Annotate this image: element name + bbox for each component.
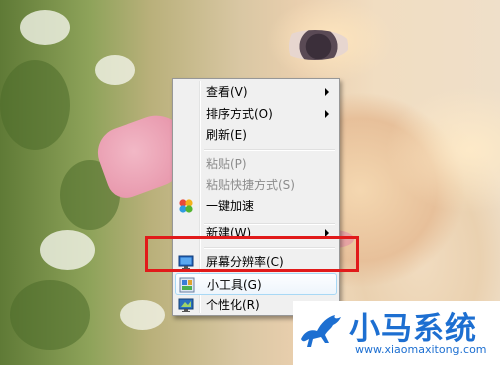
red-highlight-box	[145, 236, 359, 272]
menu-item-refresh[interactable]: 刷新(E)	[175, 124, 337, 146]
menu-item-paste[interactable]: 粘贴(P)	[175, 153, 337, 175]
menu-item-paste-shortcut[interactable]: 粘贴快捷方式(S)	[175, 174, 337, 196]
watermark-url: www.xiaomaxitong.com	[355, 343, 487, 356]
menu-item-label: 查看(V)	[206, 85, 248, 99]
menu-item-label: 小工具(G)	[207, 278, 262, 292]
menu-item-label: 粘贴(P)	[206, 157, 247, 171]
gadgets-icon	[179, 277, 195, 293]
submenu-arrow-icon	[325, 88, 329, 96]
wallpaper-eye	[280, 30, 350, 60]
watermark-title: 小马系统	[349, 311, 477, 347]
desktop-context-menu: 查看(V) 排序方式(O) 刷新(E) 粘贴(P) 粘贴快捷方式(S) 一键加速…	[172, 78, 340, 316]
personalize-icon	[178, 298, 194, 312]
horse-logo-icon	[301, 315, 341, 347]
menu-separator	[204, 149, 335, 151]
menu-item-label: 个性化(R)	[206, 298, 260, 312]
menu-item-gadgets[interactable]: 小工具(G)	[175, 273, 337, 295]
menu-item-sort-by[interactable]: 排序方式(O)	[175, 103, 337, 125]
menu-item-label: 粘贴快捷方式(S)	[206, 178, 295, 192]
menu-item-label: 刷新(E)	[206, 128, 247, 142]
menu-item-one-click-speedup[interactable]: 一键加速	[175, 195, 337, 217]
submenu-arrow-icon	[325, 110, 329, 118]
watermark-logo: 小马系统 www.xiaomaxitong.com	[293, 301, 500, 365]
menu-item-label: 一键加速	[206, 199, 255, 213]
menu-item-label: 排序方式(O)	[206, 107, 273, 121]
speedup-icon	[179, 199, 193, 213]
menu-item-view[interactable]: 查看(V)	[175, 81, 337, 103]
